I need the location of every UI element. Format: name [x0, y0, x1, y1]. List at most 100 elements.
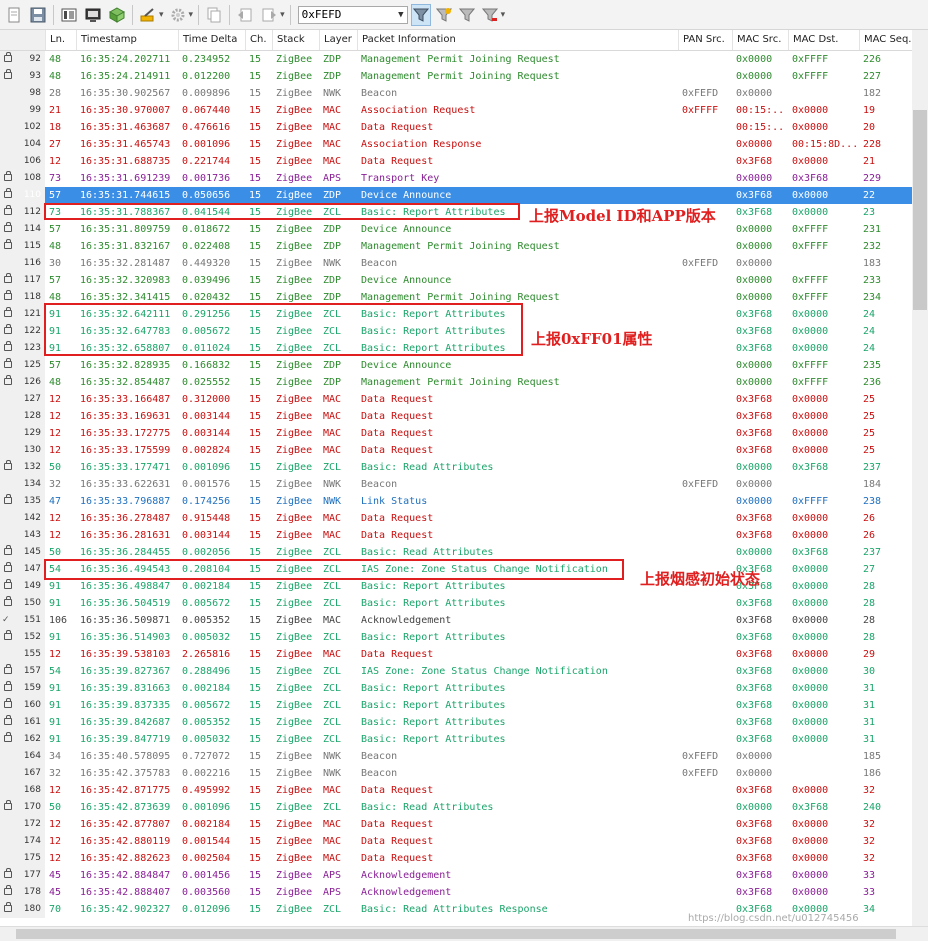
packet-row[interactable]: 126 48 16:35:32.854487 0.025552 15 ZigBee ZDP M… [0, 374, 912, 391]
packet-row[interactable]: 128 12 16:35:33.169631 0.003144 15 ZigBee MAC D… [0, 408, 912, 425]
cell-seq: 34 [863, 904, 876, 915]
column-header[interactable]: Time Delta [178, 30, 245, 50]
column-header[interactable]: Ch. [245, 30, 272, 50]
cell-layer: ZDP [323, 275, 342, 286]
cell-src: 0x0000 [736, 360, 773, 371]
packet-row[interactable]: 99 21 16:35:30.970007 0.067440 15 ZigBee MAC As… [0, 102, 912, 119]
column-header[interactable]: MAC Src. [732, 30, 788, 50]
cell-stack: ZigBee [276, 870, 313, 881]
cell-pan [678, 799, 732, 816]
packet-row[interactable]: 92 48 16:35:24.202711 0.234952 15 ZigBee ZDP Ma… [0, 51, 912, 68]
packet-row[interactable]: 115 48 16:35:31.832167 0.022408 15 ZigBee ZDP M… [0, 238, 912, 255]
packet-row[interactable]: 135 47 16:35:33.796887 0.174256 15 ZigBee NWK L… [0, 493, 912, 510]
column-header[interactable]: Timestamp [76, 30, 178, 50]
cell-src: 00:15:.. [736, 122, 785, 133]
packet-row[interactable]: 160 91 16:35:39.837335 0.005672 15 ZigBee ZCL B… [0, 697, 912, 714]
cell-info: Beacon [361, 768, 398, 779]
column-header-id[interactable] [0, 30, 45, 50]
packet-id-value: 123 [23, 343, 41, 353]
scrollbar-thumb[interactable] [16, 929, 896, 939]
packet-row[interactable]: 106 12 16:35:31.688735 0.221744 15 ZigBee MAC D… [0, 153, 912, 170]
packet-row[interactable]: 108 73 16:35:31.691239 0.001736 15 ZigBee APS T… [0, 170, 912, 187]
packet-id-value: 102 [23, 122, 41, 132]
packet-row[interactable]: 143 12 16:35:36.281631 0.003144 15 ZigBee MAC D… [0, 527, 912, 544]
packet-row[interactable]: 93 48 16:35:24.214911 0.012200 15 ZigBee ZDP Ma… [0, 68, 912, 85]
cell-dst: 0x0000 [792, 190, 829, 201]
vertical-scrollbar[interactable] [912, 30, 928, 926]
columns-icon[interactable] [59, 5, 79, 25]
packet-row[interactable]: 114 57 16:35:31.809759 0.018672 15 ZigBee ZDP D… [0, 221, 912, 238]
horizontal-scrollbar[interactable] [0, 926, 928, 941]
packet-row[interactable]: 150 91 16:35:36.504519 0.005672 15 ZigBee ZCL B… [0, 595, 912, 612]
packet-row[interactable]: 142 12 16:35:36.278487 0.915448 15 ZigBee MAC D… [0, 510, 912, 527]
cell-pan [678, 867, 732, 884]
packet-row[interactable]: 178 45 16:35:42.888407 0.003560 15 ZigBee APS A… [0, 884, 912, 901]
chevron-down-icon[interactable]: ▾ [280, 10, 285, 20]
package-icon[interactable] [107, 5, 127, 25]
chevron-down-icon[interactable]: ▼ [398, 10, 403, 20]
cell-layer: ZDP [323, 241, 342, 252]
packet-row[interactable]: 104 27 16:35:31.465743 0.001096 15 ZigBee MAC A… [0, 136, 912, 153]
scrollbar-thumb[interactable] [913, 110, 927, 310]
packet-row[interactable]: 161 91 16:35:39.842687 0.005352 15 ZigBee ZCL B… [0, 714, 912, 731]
save-icon[interactable] [28, 5, 48, 25]
column-header[interactable]: Ln. [45, 30, 76, 50]
packet-row[interactable]: 164 34 16:35:40.578095 0.727072 15 ZigBee NWK B… [0, 748, 912, 765]
packet-row[interactable]: 159 91 16:35:39.831663 0.002184 15 ZigBee ZCL B… [0, 680, 912, 697]
filter-add-icon[interactable] [434, 4, 454, 26]
column-header[interactable]: PAN Src. [678, 30, 732, 50]
packet-row[interactable]: 127 12 16:35:33.166487 0.312000 15 ZigBee MAC D… [0, 391, 912, 408]
packet-id-value: 160 [23, 700, 41, 710]
column-header[interactable]: Layer [319, 30, 357, 50]
cell-dst [788, 748, 859, 765]
highlight-icon[interactable] [138, 5, 158, 25]
packet-row[interactable]: 110 57 16:35:31.744615 0.050656 15 ZigBee ZDP D… [0, 187, 912, 204]
cell-seq: 25 [863, 445, 876, 456]
packet-row[interactable]: 167 32 16:35:42.375783 0.002216 15 ZigBee NWK B… [0, 765, 912, 782]
packet-row[interactable]: 98 28 16:35:30.902567 0.009896 15 ZigBee NWK Be… [0, 85, 912, 102]
packet-row[interactable]: 155 12 16:35:39.538103 2.265816 15 ZigBee MAC D… [0, 646, 912, 663]
chevron-down-icon[interactable]: ▾ [501, 10, 506, 20]
packet-row[interactable]: ✓ 151 106 16:35:36.509871 0.005352 15 ZigBee MA… [0, 612, 912, 629]
packet-id-value: 122 [23, 326, 41, 336]
column-header[interactable]: MAC Dst. [788, 30, 859, 50]
copy-icon[interactable] [204, 5, 224, 25]
packet-row[interactable]: 172 12 16:35:42.877807 0.002184 15 ZigBee MAC D… [0, 816, 912, 833]
cell-seq: 237 [863, 547, 882, 558]
packet-row[interactable]: 174 12 16:35:42.880119 0.001544 15 ZigBee MAC D… [0, 833, 912, 850]
filter-edit-icon[interactable] [457, 4, 477, 26]
packet-row[interactable]: 157 54 16:35:39.827367 0.288496 15 ZigBee ZCL I… [0, 663, 912, 680]
cell-dst [788, 476, 859, 493]
column-header[interactable]: Packet Information [357, 30, 678, 50]
packet-row[interactable]: 170 50 16:35:42.873639 0.001096 15 ZigBee ZCL B… [0, 799, 912, 816]
packet-row[interactable]: 132 50 16:35:33.177471 0.001096 15 ZigBee ZCL B… [0, 459, 912, 476]
packet-row[interactable]: 130 12 16:35:33.175599 0.002824 15 ZigBee MAC D… [0, 442, 912, 459]
packet-row[interactable]: 175 12 16:35:42.882623 0.002504 15 ZigBee MAC D… [0, 850, 912, 867]
cell-info: Transport Key [361, 173, 440, 184]
packet-row[interactable]: 125 57 16:35:32.828935 0.166832 15 ZigBee ZDP D… [0, 357, 912, 374]
filter-input[interactable]: 0xFEFD ▼ [297, 5, 408, 24]
packet-row[interactable]: 149 91 16:35:36.498847 0.002184 15 ZigBee ZCL B… [0, 578, 912, 595]
filter-clear-icon[interactable] [480, 4, 500, 26]
packet-row[interactable]: 162 91 16:35:39.847719 0.005032 15 ZigBee ZCL B… [0, 731, 912, 748]
prev-packet-icon[interactable] [235, 5, 255, 25]
packet-row[interactable]: 116 30 16:35:32.281487 0.449320 15 ZigBee NWK B… [0, 255, 912, 272]
packet-row[interactable]: 152 91 16:35:36.514903 0.005032 15 ZigBee ZCL B… [0, 629, 912, 646]
column-header[interactable]: Stack [272, 30, 319, 50]
chevron-down-icon[interactable]: ▾ [159, 10, 164, 20]
packet-row[interactable]: 102 18 16:35:31.463687 0.476616 15 ZigBee MAC D… [0, 119, 912, 136]
packet-row[interactable]: 168 12 16:35:42.871775 0.495992 15 ZigBee MAC D… [0, 782, 912, 799]
new-file-icon[interactable] [4, 5, 24, 25]
lock-icon [4, 222, 12, 232]
packet-row[interactable]: 134 32 16:35:33.622631 0.001576 15 ZigBee NWK B… [0, 476, 912, 493]
display-icon[interactable] [83, 5, 103, 25]
filter-funnel-icon[interactable] [410, 3, 431, 26]
cell-ch: 15 [249, 768, 262, 779]
next-packet-icon[interactable] [259, 5, 279, 25]
chevron-down-icon[interactable]: ▾ [189, 10, 194, 20]
column-header[interactable]: MAC Seq. [859, 30, 912, 50]
gear-icon[interactable] [168, 5, 188, 25]
packet-row[interactable]: 117 57 16:35:32.320983 0.039496 15 ZigBee ZDP D… [0, 272, 912, 289]
packet-row[interactable]: 177 45 16:35:42.884847 0.001456 15 ZigBee APS A… [0, 867, 912, 884]
packet-row[interactable]: 129 12 16:35:33.172775 0.003144 15 ZigBee MAC D… [0, 425, 912, 442]
